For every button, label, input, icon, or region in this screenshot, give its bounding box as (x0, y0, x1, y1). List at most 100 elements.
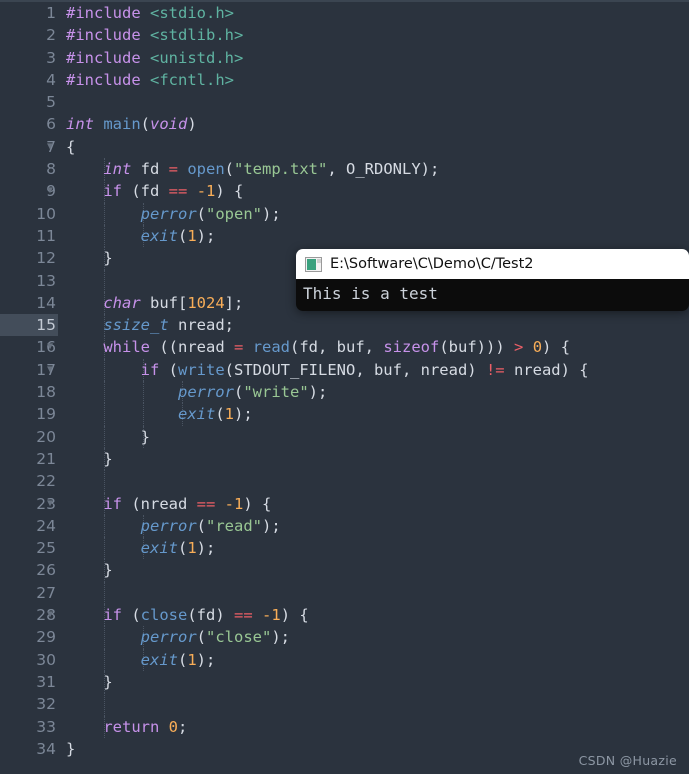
code-line[interactable]: 5 (0, 91, 689, 113)
code-line-text: perror("read"); (66, 515, 281, 537)
code-line[interactable]: 30 exit(1); (0, 648, 689, 671)
code-token: "close" (206, 628, 272, 647)
code-line[interactable]: 11 exit(1); (0, 224, 689, 248)
code-token: (fd, buf, (290, 338, 384, 357)
code-line-text: perror("open"); (66, 203, 281, 225)
line-number: 1 (0, 2, 58, 24)
code-line[interactable]: 29 perror("close"); (0, 626, 689, 649)
code-line[interactable]: 31 } (0, 670, 689, 694)
code-token: "temp.txt" (234, 160, 328, 179)
code-line-text: #include <stdio.h> (66, 2, 234, 24)
code-token: (fd) (187, 606, 235, 625)
line-number: 8 (0, 158, 58, 180)
code-token: } (66, 427, 150, 446)
code-line-text: } (66, 671, 112, 693)
line-number: 11 (0, 225, 58, 247)
code-line[interactable]: 17 ▼ if (write(STDOUT_FILENO, buf, nread)… (0, 358, 689, 382)
line-number-text: 18 (36, 383, 56, 402)
code-line[interactable]: 16 ▼ while ((nread = read(fd, buf, sizeof… (0, 336, 689, 359)
code-line[interactable]: 20 } (0, 425, 689, 448)
line-number-text: 19 (36, 405, 56, 424)
code-token: "open" (206, 204, 262, 223)
code-token: open (187, 160, 225, 179)
code-token: 1 (187, 539, 197, 558)
code-line[interactable]: 24 perror("read"); (0, 514, 689, 538)
code-token: (nread (122, 494, 197, 513)
code-editor[interactable]: 1 #include <stdio.h> 2 #include <stdlib.h> 3… (0, 2, 689, 774)
line-number: 27 (0, 582, 58, 604)
code-line[interactable]: 23 ▼ if (nread == -1) { (0, 492, 689, 515)
code-line[interactable]: 4 #include <fcntl.h> (0, 69, 689, 91)
code-line-text: return 0; (66, 716, 187, 738)
line-number: 12 (0, 247, 58, 269)
console-titlebar[interactable]: E:\Software\C\Demo\C/Test2 (296, 249, 689, 279)
code-line[interactable]: 22 (0, 470, 689, 493)
fold-triangle-icon[interactable]: ▼ (43, 604, 57, 626)
code-token: 1024 (187, 293, 225, 312)
code-line-text: if (fd == -1) { (66, 180, 243, 202)
code-line[interactable]: 28 ▼ if (close(fd) == -1) { (0, 604, 689, 627)
code-line[interactable]: 19 exit(1); (0, 403, 689, 426)
code-line[interactable]: 21 } (0, 447, 689, 471)
code-token: <fcntl.h> (150, 70, 234, 89)
code-token: while (103, 338, 150, 357)
code-line[interactable]: 2 #include <stdlib.h> (0, 24, 689, 46)
fold-triangle-icon[interactable]: ▼ (43, 359, 57, 381)
code-token: ; (178, 717, 188, 736)
code-line[interactable]: 32 (0, 693, 689, 716)
code-line[interactable]: 33 return 0; (0, 715, 689, 738)
line-number-text: 33 (36, 717, 56, 736)
line-number-text: 31 (36, 672, 56, 691)
code-token: exit (140, 539, 178, 558)
code-token: if (140, 360, 160, 379)
code-line[interactable]: 8 int fd = open("temp.txt", O_RDONLY); (0, 158, 689, 181)
code-token: close (140, 606, 188, 625)
fold-triangle-icon[interactable]: ▼ (43, 336, 57, 358)
code-token: sizeof (383, 338, 440, 357)
code-line-text: ssize_t nread; (66, 314, 234, 336)
code-token: 0 (532, 338, 543, 357)
console-window[interactable]: E:\Software\C\Demo\C/Test2 This is a tes… (296, 249, 689, 311)
code-token: ) (187, 115, 197, 134)
code-token: perror (140, 628, 197, 647)
code-line[interactable]: 10 perror("open"); (0, 202, 689, 225)
line-number-text: 2 (46, 26, 56, 45)
code-line-text: if (nread == -1) { (66, 493, 271, 515)
code-token: } (66, 561, 113, 580)
code-line[interactable]: 9 ▼ if (fd == -1) { (0, 180, 689, 203)
line-number: 19 (0, 403, 58, 425)
fold-triangle-icon[interactable]: ▼ (43, 493, 57, 515)
code-line[interactable]: 1 #include <stdio.h> (0, 2, 689, 24)
code-token: } (66, 739, 76, 758)
code-line[interactable]: 25 exit(1); (0, 537, 689, 560)
code-line-text: exit(1); (66, 225, 216, 247)
line-number: 10 (0, 203, 58, 225)
code-token: "read" (206, 516, 262, 535)
line-number: 13 (0, 270, 58, 292)
code-lines-container[interactable]: 1 #include <stdio.h> 2 #include <stdlib.h> 3… (0, 2, 689, 760)
fold-triangle-icon[interactable]: ▼ (43, 180, 57, 202)
code-line[interactable]: 26 } (0, 559, 689, 582)
code-token: , O_RDONLY); (327, 160, 440, 179)
code-line[interactable]: 15 ssize_t nread; (0, 314, 689, 337)
code-line[interactable]: 6 int main(void) (0, 113, 689, 135)
code-token: = (168, 160, 178, 179)
line-number-text: 30 (36, 650, 56, 669)
code-line[interactable]: 7 ▼{ (0, 136, 689, 158)
code-token: if (103, 182, 122, 201)
line-number-text: 4 (46, 70, 56, 89)
code-line[interactable]: 27 (0, 581, 689, 605)
code-line-text: } (66, 448, 112, 470)
code-line-text: #include <stdlib.h> (66, 24, 243, 46)
code-line[interactable]: 3 #include <unistd.h> (0, 47, 689, 69)
code-line-text: { (66, 136, 75, 158)
fold-triangle-icon[interactable]: ▼ (43, 136, 57, 158)
code-line[interactable]: 18 perror("write"); (0, 381, 689, 404)
console-output-area[interactable]: This is a test (296, 279, 689, 311)
code-token: ( (177, 539, 188, 558)
line-number-text: 26 (36, 561, 56, 580)
